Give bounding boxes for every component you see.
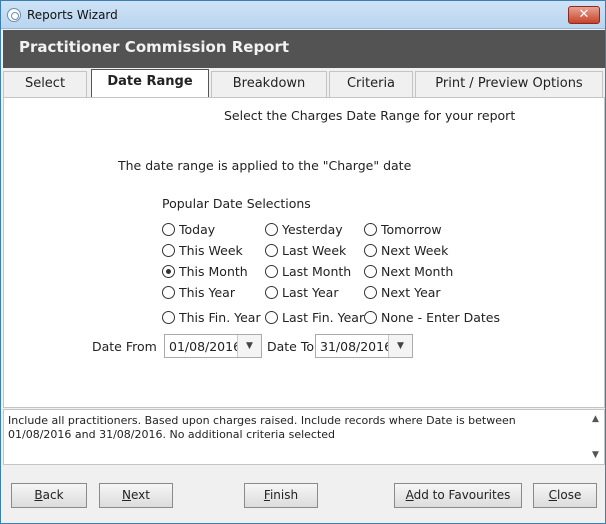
criteria-summary-box[interactable]: Include all practitioners. Based upon ch…	[3, 409, 605, 465]
close-button[interactable]: Close	[533, 483, 597, 508]
date-from-picker[interactable]: 01/08/2016 ▼	[164, 334, 262, 358]
radio-this-month[interactable]: This Month	[162, 264, 248, 280]
summary-scrollbar[interactable]: ▲ ▼	[587, 410, 604, 464]
radio-circle	[162, 311, 175, 324]
scroll-up-icon[interactable]: ▲	[587, 412, 604, 426]
scroll-down-icon[interactable]: ▼	[587, 448, 604, 462]
radio-circle	[364, 265, 377, 278]
radio-none-enter-dates[interactable]: None - Enter Dates	[364, 310, 500, 326]
radio-this-fin-year[interactable]: This Fin. Year	[162, 310, 261, 326]
wizard-tabs: Select Date Range Breakdown Criteria Pri…	[3, 69, 605, 97]
report-title: Practitioner Commission Report	[19, 38, 290, 56]
back-button[interactable]: Back	[11, 483, 87, 508]
radio-last-fin-year[interactable]: Last Fin. Year	[265, 310, 364, 326]
radio-circle	[265, 244, 278, 257]
radio-circle	[162, 223, 175, 236]
date-to-label: Date To	[267, 339, 315, 354]
radio-tomorrow[interactable]: Tomorrow	[364, 222, 442, 238]
radio-circle	[162, 286, 175, 299]
radio-next-week[interactable]: Next Week	[364, 243, 448, 259]
radio-yesterday[interactable]: Yesterday	[265, 222, 343, 238]
window-title: Reports Wizard	[27, 8, 118, 22]
tab-criteria[interactable]: Criteria	[329, 71, 413, 97]
radio-circle	[162, 244, 175, 257]
criteria-summary-text: Include all practitioners. Based upon ch…	[8, 414, 516, 441]
finish-button[interactable]: Finish	[244, 483, 318, 508]
popular-date-selections-label: Popular Date Selections	[162, 196, 311, 211]
radio-circle	[364, 311, 377, 324]
date-to-picker[interactable]: 31/08/2016 ▼	[315, 334, 413, 358]
wizard-footer: Back Next Finish Add to Favourites Close	[3, 466, 605, 523]
radio-circle	[265, 223, 278, 236]
chevron-down-icon[interactable]: ▼	[388, 335, 412, 357]
radio-last-month[interactable]: Last Month	[265, 264, 351, 280]
radio-circle	[364, 244, 377, 257]
radio-this-year[interactable]: This Year	[162, 285, 235, 301]
tab-select[interactable]: Select	[3, 71, 87, 97]
tab-breakdown[interactable]: Breakdown	[211, 71, 327, 97]
date-to-value: 31/08/2016	[320, 339, 393, 354]
reports-wizard-window: Reports Wizard ✕ Practitioner Commission…	[0, 0, 606, 524]
radio-circle	[265, 286, 278, 299]
title-bar[interactable]: Reports Wizard ✕	[1, 1, 605, 29]
chevron-down-icon[interactable]: ▼	[237, 335, 261, 357]
radio-today[interactable]: Today	[162, 222, 215, 238]
date-range-panel: Select the Charges Date Range for your r…	[3, 97, 605, 408]
radio-circle	[364, 286, 377, 299]
radio-last-year[interactable]: Last Year	[265, 285, 338, 301]
window-close-button[interactable]: ✕	[568, 6, 600, 24]
next-button[interactable]: Next	[99, 483, 173, 508]
tab-print-preview-options[interactable]: Print / Preview Options	[415, 71, 603, 97]
radio-last-week[interactable]: Last Week	[265, 243, 346, 259]
radio-circle	[364, 223, 377, 236]
app-icon	[7, 8, 21, 22]
charge-date-note: The date range is applied to the "Charge…	[118, 158, 412, 173]
radio-circle-selected	[162, 265, 175, 278]
radio-circle	[265, 311, 278, 324]
add-to-favourites-button[interactable]: Add to Favourites	[394, 483, 522, 508]
panel-subtitle: Select the Charges Date Range for your r…	[224, 108, 516, 123]
tab-date-range[interactable]: Date Range	[91, 69, 209, 97]
date-from-value: 01/08/2016	[169, 339, 242, 354]
radio-next-month[interactable]: Next Month	[364, 264, 453, 280]
radio-this-week[interactable]: This Week	[162, 243, 243, 259]
report-header: Practitioner Commission Report	[3, 30, 605, 68]
radio-circle	[265, 265, 278, 278]
radio-next-year[interactable]: Next Year	[364, 285, 441, 301]
date-from-label: Date From	[92, 339, 157, 354]
